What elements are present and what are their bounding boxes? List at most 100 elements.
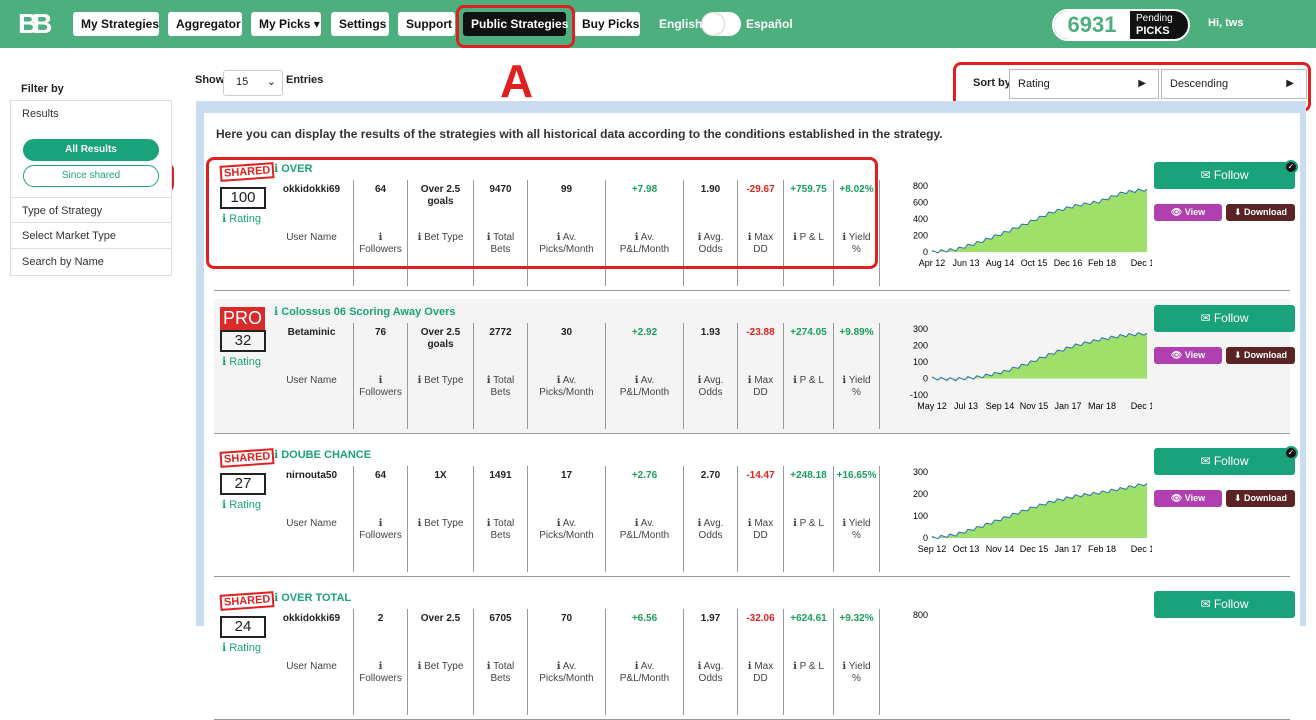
stat-value: 1X <box>434 470 447 481</box>
y-tick-label: 800 <box>913 611 928 620</box>
stat-label: ℹ Total Bets <box>486 661 515 684</box>
stat-col-yield: +9.89% ℹ Yield % <box>834 323 880 429</box>
stat-value: +9.89% <box>839 327 874 338</box>
strategy-name-link[interactable]: ℹ Colossus 06 Scoring Away Overs <box>274 305 455 318</box>
follow-button[interactable]: ✉ Follow <box>1154 305 1295 332</box>
y-tick-label: 300 <box>913 325 928 334</box>
user-greeting[interactable]: Hi, tws <box>1208 17 1243 29</box>
equity-chart: 800 600 400 200 0Apr 12 Jun 13 Aug 14 Oct 15 Dec… <box>913 182 1152 268</box>
entries-value: 15 <box>236 76 249 88</box>
filter-type-strategy[interactable]: Type of Strategy <box>11 197 171 223</box>
x-tick-label: Dec 19 <box>1131 258 1152 268</box>
stat-label: ℹ Bet Type <box>417 661 464 672</box>
intro-text: Here you can display the results of the … <box>216 127 943 141</box>
stat-col-odds: 1.97 ℹ Avg. Odds <box>684 609 738 715</box>
y-tick-label: 0 <box>923 533 928 543</box>
card-divider <box>214 576 1290 577</box>
caret-right-icon: ▶ <box>1138 78 1146 89</box>
stat-value: 64 <box>374 470 387 481</box>
stat-col-odds: 1.93 ℹ Avg. Odds <box>684 323 738 429</box>
rating-value: 24 <box>220 616 266 638</box>
nav-settings[interactable]: Settings <box>331 12 389 36</box>
view-button[interactable]: 👁 View <box>1154 347 1222 364</box>
stat-col-bettype: Over 2.5 goals ℹ Bet Type <box>408 323 474 429</box>
nav-buy-picks[interactable]: Buy Picks <box>574 12 640 36</box>
nav-support[interactable]: Support <box>398 12 455 36</box>
stat-col-yield: +16.65% ℹ Yield % <box>834 466 880 572</box>
stat-label: ℹ Followers <box>359 375 402 398</box>
x-tick-label: Sep 12 <box>918 544 947 554</box>
rating-label: ℹ Rating <box>222 642 262 654</box>
x-tick-label: Nov 15 <box>1020 401 1049 411</box>
stat-col-total: 2772 ℹ Total Bets <box>474 323 528 429</box>
strategy-name-link[interactable]: ℹ DOUBE CHANCE <box>274 448 371 461</box>
sort-field-select[interactable]: Rating ▶ <box>1009 69 1159 99</box>
stat-label: User Name <box>286 518 337 529</box>
stat-value: -32.06 <box>746 613 775 624</box>
stat-value: 1491 <box>489 470 512 481</box>
x-tick-label: Jan 17 <box>1054 401 1081 411</box>
stat-col-avpicks: 70 ℹ Av. Picks/Month <box>528 609 606 715</box>
strategy-badge: PRO <box>220 307 266 330</box>
stat-label: ℹ P & L <box>793 661 824 672</box>
nav-my-strategies[interactable]: My Strategies <box>73 12 159 36</box>
x-tick-label: Aug 14 <box>986 258 1015 268</box>
follow-button[interactable]: ✉ Follow <box>1154 162 1295 189</box>
stat-label: ℹ Bet Type <box>417 375 464 386</box>
equity-chart: 800 <box>913 611 928 620</box>
stat-col-maxdd: -32.06 ℹ Max DD <box>738 609 784 715</box>
strategy-badge: SHARED <box>219 591 275 611</box>
view-button[interactable]: 👁 View <box>1154 204 1222 221</box>
strategy-name-link[interactable]: ℹ OVER TOTAL <box>274 591 351 604</box>
y-tick-label: 200 <box>913 489 928 499</box>
stat-label: ℹ Bet Type <box>417 518 464 529</box>
all-results-button[interactable]: All Results <box>23 139 159 161</box>
stat-col-followers: 76 ℹ Followers <box>354 323 408 429</box>
stat-label: ℹ Total Bets <box>486 375 515 398</box>
show-entries-control: Show 15 ⌄ Entries <box>195 70 323 96</box>
follow-button[interactable]: ✉ Follow <box>1154 591 1295 618</box>
stat-col-avpicks: 30 ℹ Av. Picks/Month <box>528 323 606 429</box>
annotation-box-first-card <box>206 157 878 269</box>
stat-value: 17 <box>560 470 573 481</box>
show-label: Show <box>195 74 225 86</box>
nav-my-picks-dropdown[interactable]: My Picks ▾ <box>251 12 321 36</box>
entries-select[interactable]: 15 ⌄ <box>223 70 283 96</box>
stat-col-followers: 2 ℹ Followers <box>354 609 408 715</box>
x-tick-label: Feb 18 <box>1088 544 1116 554</box>
strategy-card: SHARED 27 ℹ Rating ℹ DOUBE CHANCE nirnouta5… <box>214 442 1298 577</box>
equity-area <box>932 483 1147 539</box>
stat-label: ℹ P & L <box>793 518 824 529</box>
sort-order-select[interactable]: Descending ▶ <box>1161 69 1307 99</box>
download-button[interactable]: ⬇ Download <box>1226 204 1295 221</box>
stat-col-followers: 64 ℹ Followers <box>354 466 408 572</box>
y-tick-label: 0 <box>923 247 928 257</box>
annotation-box-a <box>456 5 575 48</box>
stat-value: 1.97 <box>700 613 721 624</box>
stat-value: Over 2.5 goals <box>420 327 461 350</box>
picks-label: PICKS <box>1136 25 1170 37</box>
y-tick-label: 400 <box>913 214 928 224</box>
stat-value: -14.47 <box>746 470 775 481</box>
stat-col-avpl: +6.56 ℹ Av. P&L/Month <box>606 609 684 715</box>
y-tick-label: 100 <box>913 511 928 521</box>
x-tick-label: Jul 13 <box>954 401 978 411</box>
follow-button[interactable]: ✉ Follow <box>1154 448 1295 475</box>
language-toggle[interactable] <box>701 12 741 36</box>
since-shared-button[interactable]: Since shared <box>23 165 159 187</box>
stat-value: 70 <box>560 613 573 624</box>
filter-search-name[interactable]: Search by Name <box>11 249 171 275</box>
rating-label: ℹ Rating <box>222 499 262 511</box>
nav-aggregator[interactable]: Aggregator <box>168 12 242 36</box>
x-tick-label: Dec 19 <box>1131 544 1152 554</box>
download-button[interactable]: ⬇ Download <box>1226 347 1295 364</box>
pending-picks-badge[interactable]: 6931 Pending PICKS <box>1052 9 1190 41</box>
lang-spanish-label: Español <box>746 17 793 31</box>
filter-market-type[interactable]: Select Market Type <box>11 223 171 249</box>
filter-box: Results All Results Since shared Type of… <box>10 100 172 276</box>
stat-col-user: Betaminic User Name <box>270 323 354 429</box>
brand-logo[interactable]: BB <box>18 10 62 38</box>
top-navbar: BB My Strategies Aggregator My Picks ▾ S… <box>0 0 1316 48</box>
download-button[interactable]: ⬇ Download <box>1226 490 1295 507</box>
view-button[interactable]: 👁 View <box>1154 490 1222 507</box>
